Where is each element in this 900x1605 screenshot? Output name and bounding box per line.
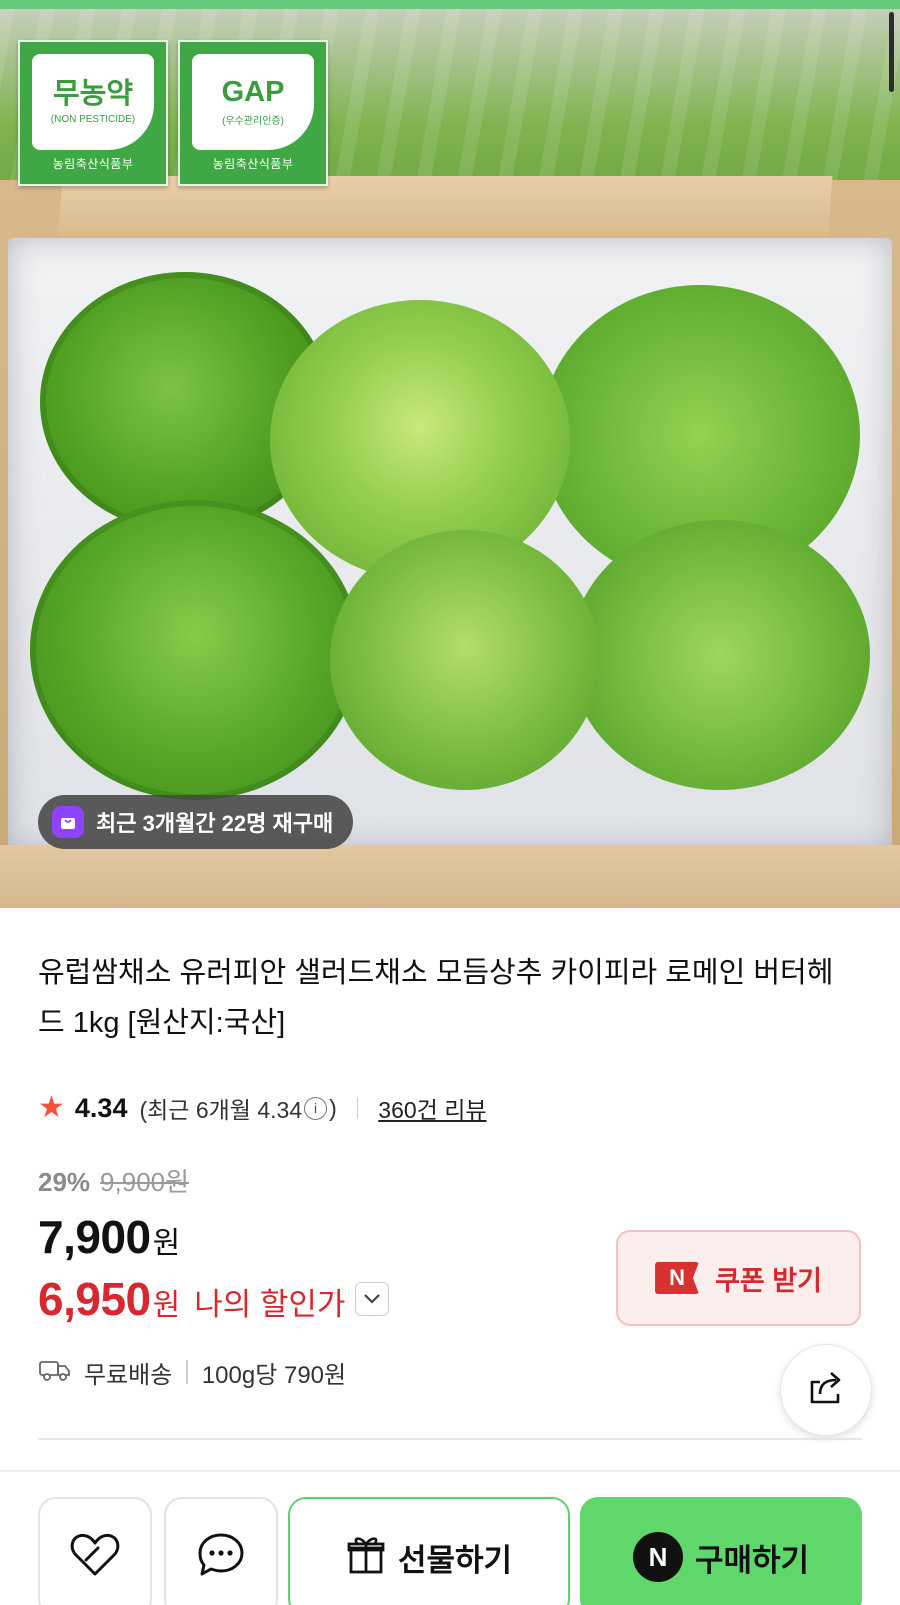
buy-button-label: 구매하기: [694, 1542, 810, 1578]
recent-rating: (최근 6개월 4.34 i ): [139, 1091, 336, 1125]
cardboard-box-flap: [57, 176, 833, 246]
sale-price: 7,900: [38, 1211, 151, 1263]
rating-value: 4.34: [74, 1092, 128, 1123]
delivery-truck-icon: [38, 1358, 72, 1387]
top-accent-strip: [0, 0, 900, 9]
separator: [186, 1360, 188, 1384]
badge-main-text: GAP: [221, 76, 285, 109]
star-icon: ★: [38, 1091, 65, 1124]
action-bar-divider: [0, 1470, 900, 1472]
shipping-row: 무료배송 100g당 790원: [38, 1352, 346, 1392]
product-title: 유럽쌈채소 유러피안 샐러드채소 모듬상추 카이피라 로메인 버터헤드 1kg …: [38, 957, 834, 1039]
sale-price-unit: 원: [152, 1227, 181, 1260]
repurchase-text: 최근 3개월간 22명 재구매: [96, 811, 334, 836]
section-divider: [38, 1438, 862, 1440]
separator: [356, 1097, 359, 1119]
certification-badge-no-pesticide: 무농약 (NON PESTICIDE) 농림축산식품부: [18, 40, 168, 186]
recent-rating-close: ): [329, 1094, 337, 1121]
box-front-panel: [0, 845, 900, 908]
badge-main-text: 무농약: [52, 78, 134, 111]
badge-label-area: 무농약 (NON PESTICIDE): [32, 54, 154, 150]
share-button[interactable]: [780, 1344, 872, 1436]
shipping-label: 무료배송: [84, 1361, 173, 1389]
share-icon: [804, 1368, 848, 1412]
my-discount-price-unit: 원: [152, 1289, 181, 1322]
get-coupon-button[interactable]: N 쿠폰 받기: [616, 1230, 861, 1326]
info-icon[interactable]: i: [304, 1096, 328, 1120]
my-discount-label: 나의 할인가: [194, 1287, 346, 1322]
shopping-bag-icon: [52, 806, 84, 838]
discount-percent: 29%: [38, 1167, 91, 1197]
badge-issuer-text: 농림축산식품부: [212, 157, 294, 171]
gift-icon: [346, 1534, 386, 1580]
review-count-link[interactable]: 360건 리뷰: [378, 1091, 486, 1125]
certification-badge-gap: GAP (우수관리인증) 농림축산식품부: [178, 40, 328, 186]
lettuce-head-frilly-lower: [30, 500, 360, 800]
badge-issuer-text: 농림축산식품부: [52, 157, 134, 171]
my-discount-price: 6,950: [38, 1273, 151, 1325]
chat-bubble-icon: [196, 1531, 246, 1583]
image-scroll-indicator: [889, 12, 894, 92]
product-image[interactable]: 무농약 (NON PESTICIDE) 농림축산식품부 GAP (우수관리인증)…: [0, 0, 900, 908]
wishlist-button[interactable]: [38, 1497, 152, 1605]
sale-price-row: 7,900 원: [38, 1210, 180, 1264]
badge-sub-text: (우수관리인증): [222, 115, 284, 127]
rating-row: ★ 4.34 (최근 6개월 4.34 i ) 360건 리뷰: [38, 1088, 487, 1128]
lettuce-head-green-leaf-lower: [570, 520, 870, 790]
chat-button[interactable]: [164, 1497, 278, 1605]
heart-icon: [68, 1530, 122, 1584]
chevron-down-icon[interactable]: [355, 1282, 390, 1316]
discount-row: 29% 9,900원: [38, 1162, 189, 1199]
buy-button[interactable]: N 구매하기: [580, 1497, 862, 1605]
naver-n-icon: N: [632, 1532, 683, 1582]
gift-button[interactable]: 선물하기: [288, 1497, 570, 1605]
recent-rating-text: (최근 6개월 4.34: [139, 1097, 303, 1123]
original-price: 9,900원: [100, 1167, 190, 1197]
repurchase-pill: 최근 3개월간 22명 재구매: [38, 795, 354, 849]
badge-sub-text: (NON PESTICIDE): [50, 113, 136, 125]
coupon-button-label: 쿠폰 받기: [715, 1265, 822, 1296]
my-discount-price-row: 6,950 원 나의 할인가: [38, 1272, 390, 1326]
unit-price: 100g당 790원: [201, 1361, 347, 1389]
lettuce-head-butterhead-lower: [330, 530, 600, 790]
badge-label-area: GAP (우수관리인증): [192, 54, 314, 150]
naver-n-icon: N: [655, 1262, 700, 1294]
gift-button-label: 선물하기: [397, 1542, 513, 1578]
